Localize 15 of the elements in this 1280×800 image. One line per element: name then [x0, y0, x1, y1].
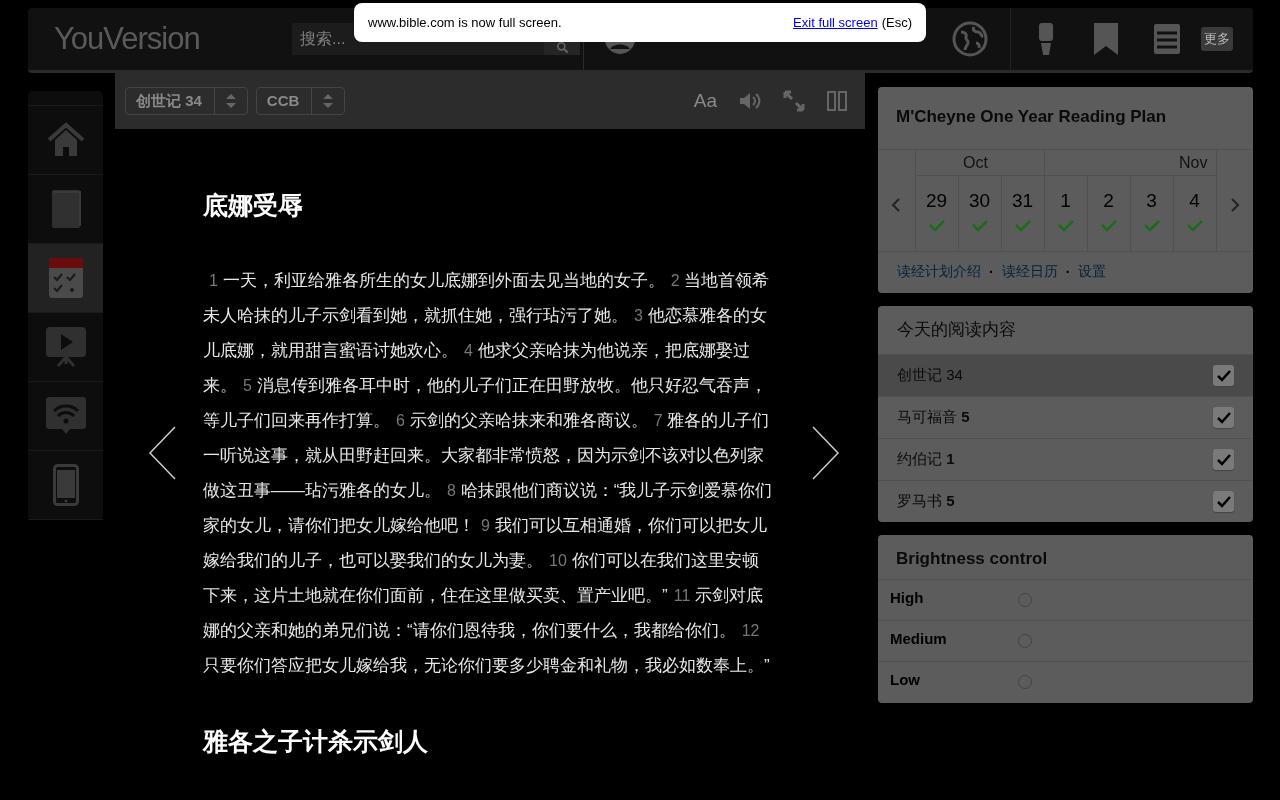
- brightness-title: Brightness control: [895, 548, 1049, 570]
- brightness-option-label: Low: [890, 670, 921, 688]
- todays-reading-title: 今天的阅读内容: [896, 319, 1017, 341]
- section-heading: 雅各之子计杀示剑人: [203, 726, 429, 757]
- brightness-option-label: High: [890, 588, 925, 606]
- section-heading: 底娜受辱: [203, 190, 304, 221]
- brightness-option-label: Medium: [890, 629, 948, 647]
- plan-title: M'Cheyne One Year Reading Plan: [895, 106, 1168, 128]
- shortcut-hint: (Esc): [881, 15, 912, 30]
- toast-message: www.bible.com is now full screen.: [368, 15, 562, 30]
- month-label: Nov: [1179, 154, 1208, 171]
- scripture-paragraph: 1 一天，利亚给雅各所生的女儿底娜到外面去见当地的女子。 2 当地首领希未人哈抹的儿子示剑看到她，就抓住她，强行玷污了她。 3 他恋慕雅各的女儿底娜，就用甜言蜜语讨她欢心。 4 他求父亲哈抹为他说亲，把底娜娶过来。 5 消息传到雅各耳中时，他的儿子们正在田野放牧。他只好忍气吞声，等儿子们回来再作打算。 6 示剑的父亲哈抹来和雅各商议。 7 雅各的儿子们一听说这事，就从田野赶回来。大家都非常愤怒，因为示剑不该对以色列家做这丑事——玷污雅各的女儿。 8 哈抹跟他们商议说：“我儿子示剑爱慕你们家的女儿，请你们把女儿嫁给他吧！ 9 我们可以互相通婚，你们可以把女儿嫁给我们的儿子，也可以娶我们的女儿为妻。 10 你们可以在我们这里安顿下来，这片土地就在你们面前，住在这里做买卖、置产业吧。” 11 示剑对底娜的父亲和她的弟兄们说：“请你们恩待我，你们要什么，我都给你们。 12 只要你们答应把女儿嫁给我，无论你们要多少聘金和礼物，我必如数奉上。”: [203, 270, 773, 677]
- separator-dot: ·: [989, 264, 994, 280]
- month-label: Oct: [963, 154, 988, 171]
- separator-dot: ·: [1065, 264, 1071, 280]
